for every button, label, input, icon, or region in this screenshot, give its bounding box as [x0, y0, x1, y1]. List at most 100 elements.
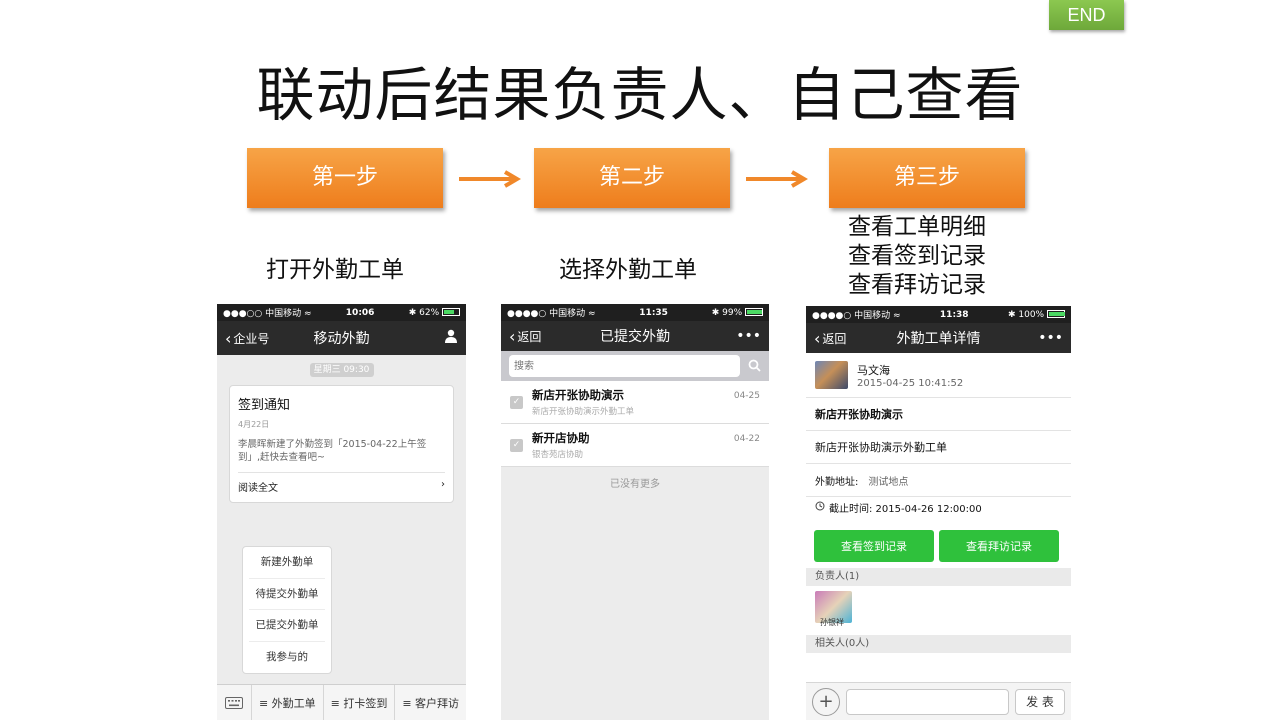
popup-menu: 新建外勤单 待提交外勤单 已提交外勤单 我参与的: [242, 546, 332, 674]
arrow-right-icon: [746, 170, 808, 188]
status-bar: ●●●●○ 中国移动 ≈ 11:35 ✱ 99%: [501, 304, 769, 321]
tab-customer-visit[interactable]: ≡ 客户拜访: [394, 685, 466, 720]
nav-bar: ‹ 返回 外勤工单详情 •••: [806, 323, 1071, 353]
chevron-left-icon: ‹: [509, 326, 516, 346]
order-description: 新店开张协助演示外勤工单: [806, 431, 1071, 464]
phone-screenshot-1: ●●●○○ 中国移动 ≈ 10:06 ✱ 62% ‹ 企业号 移动外勤 星期三 0…: [217, 304, 466, 720]
caption-line: 查看签到记录: [848, 243, 986, 269]
address-row: 外勤地址: 测试地点: [806, 464, 1071, 497]
chevron-right-icon: ›: [441, 479, 445, 490]
back-button[interactable]: ‹ 企业号: [225, 329, 269, 348]
chevron-left-icon: ‹: [814, 328, 821, 348]
back-button[interactable]: ‹ 返回: [814, 329, 846, 348]
tab-field-orders[interactable]: ≡ 外勤工单: [251, 685, 323, 720]
battery-label: ✱ 100%: [1007, 309, 1045, 320]
avatar: [815, 361, 848, 389]
menu-item-participated[interactable]: 我参与的: [249, 642, 325, 674]
action-buttons: 查看签到记录 查看拜访记录: [806, 530, 1071, 562]
battery-label: ✱ 62%: [408, 307, 440, 318]
menu-item-submitted[interactable]: 已提交外勤单: [249, 610, 325, 642]
list-item[interactable]: ✓ 新店开张协助演示 新店开张协助演示外勤工单 04-25: [501, 381, 769, 424]
owner-section-header: 负责人(1): [806, 568, 1071, 586]
comment-input[interactable]: [846, 688, 1009, 715]
back-label: 返回: [517, 329, 542, 344]
back-label: 返回: [822, 331, 847, 346]
phone-screenshot-3: ●●●●○ 中国移动 ≈ 11:38 ✱ 100% ‹ 返回 外勤工单详情 •••…: [806, 306, 1071, 720]
phone-screenshot-2: ●●●●○ 中国移动 ≈ 11:35 ✱ 99% ‹返回 已提交外勤 ••• ✓…: [501, 304, 769, 720]
person-icon[interactable]: [444, 329, 458, 347]
author-datetime: 2015-04-25 10:41:52: [857, 377, 964, 389]
step-1-caption: 打开外勤工单: [266, 257, 404, 283]
step-2-box: 第二步: [534, 148, 730, 208]
clock: 10:06: [345, 307, 375, 318]
view-checkin-button[interactable]: 查看签到记录: [814, 530, 934, 562]
battery-icon: [442, 308, 460, 316]
order-title: 新店开张协助演示: [806, 398, 1071, 431]
battery-label: ✱ 99%: [711, 307, 743, 318]
tab-checkin[interactable]: ≡ 打卡签到: [322, 685, 395, 720]
card-date: 4月22日: [238, 420, 270, 429]
item-date: 04-22: [733, 434, 760, 444]
bottom-tab-bar: ≡ 外勤工单 ≡ 打卡签到 ≡ 客户拜访: [217, 684, 466, 720]
read-more-label: 阅读全文: [238, 483, 278, 494]
item-title: 新店开张协助演示: [532, 388, 624, 402]
menu-item-pending[interactable]: 待提交外勤单: [249, 579, 325, 610]
author-name: 马文海: [857, 363, 890, 377]
date-pill: 星期三 09:30: [309, 363, 374, 377]
item-date: 04-25: [733, 391, 760, 401]
search-icon[interactable]: [748, 357, 761, 376]
send-button[interactable]: 发 表: [1015, 688, 1065, 715]
caption-line: 查看拜访记录: [848, 272, 986, 298]
back-label: 企业号: [233, 331, 270, 346]
owner-list: 孙银祥: [806, 586, 1071, 635]
caption-line: 查看工单明细: [848, 214, 986, 240]
status-bar: ●●●○○ 中国移动 ≈ 10:06 ✱ 62%: [217, 304, 466, 321]
back-button[interactable]: ‹ 返回: [509, 327, 541, 346]
checkbox-icon[interactable]: ✓: [510, 438, 523, 452]
checkbox-icon[interactable]: ✓: [510, 395, 523, 409]
item-subtitle: 新店开张协助演示外勤工单: [532, 407, 635, 417]
notification-card[interactable]: 签到通知 4月22日 李晨晖新建了外勤签到「2015-04-22上午签到」,赶快…: [229, 385, 454, 503]
battery-indicator: ✱ 62%: [409, 308, 460, 318]
read-more-link[interactable]: 阅读全文 ›: [238, 472, 445, 494]
clock: 11:38: [939, 309, 969, 320]
slide-title: 联动后结果负责人、自己查看: [256, 61, 1024, 129]
more-icon[interactable]: •••: [736, 328, 761, 344]
search-input[interactable]: [509, 355, 740, 377]
deadline-text: 截止时间: 2015-04-26 12:00:00: [829, 503, 982, 515]
chevron-left-icon: ‹: [225, 328, 232, 348]
item-subtitle: 银杏苑店协助: [532, 450, 584, 460]
view-visit-button[interactable]: 查看拜访记录: [939, 530, 1059, 562]
no-more-label: 已没有更多: [610, 479, 660, 490]
step-3-caption: 查看工单明细 查看签到记录 查看拜访记录: [848, 213, 986, 300]
list-item[interactable]: ✓ 新开店协助 银杏苑店协助 04-22: [501, 424, 769, 467]
clock-icon: [815, 501, 825, 514]
menu-item-new[interactable]: 新建外勤单: [249, 547, 325, 579]
end-button[interactable]: END: [1049, 0, 1124, 30]
more-icon[interactable]: •••: [1038, 330, 1063, 346]
keyboard-icon[interactable]: [217, 685, 251, 720]
battery-indicator: ✱ 99%: [712, 308, 763, 318]
clock: 11:35: [639, 307, 668, 318]
address-value: 测试地点: [868, 476, 909, 488]
deadline-row: 截止时间: 2015-04-26 12:00:00: [806, 497, 1071, 517]
related-section-header: 相关人(0人): [806, 635, 1071, 653]
plus-icon[interactable]: +: [812, 687, 840, 716]
card-title: 签到通知: [238, 398, 291, 413]
battery-indicator: ✱ 100%: [1008, 310, 1065, 320]
battery-icon: [1046, 310, 1065, 318]
carrier-label: ●●●●○ 中国移动 ≈: [507, 309, 596, 319]
owner-name: 孙银祥: [820, 618, 844, 627]
nav-bar: ‹ 企业号 移动外勤: [217, 321, 466, 355]
arrow-right-icon: [459, 170, 521, 188]
comment-composer: + 发 表: [806, 682, 1071, 720]
author-row: 马文海 2015-04-25 10:41:52: [806, 353, 1071, 398]
status-bar: ●●●●○ 中国移动 ≈ 11:38 ✱ 100%: [806, 306, 1071, 323]
search-bar: [501, 351, 769, 381]
item-title: 新开店协助: [532, 431, 590, 445]
battery-icon: [745, 308, 763, 316]
step-1-box: 第一步: [247, 148, 443, 208]
carrier-label: ●●●●○ 中国移动 ≈: [812, 311, 901, 321]
nav-bar: ‹ 返回 已提交外勤 •••: [501, 321, 769, 351]
card-body: 李晨晖新建了外勤签到「2015-04-22上午签到」,赶快去查看吧~: [238, 439, 427, 463]
